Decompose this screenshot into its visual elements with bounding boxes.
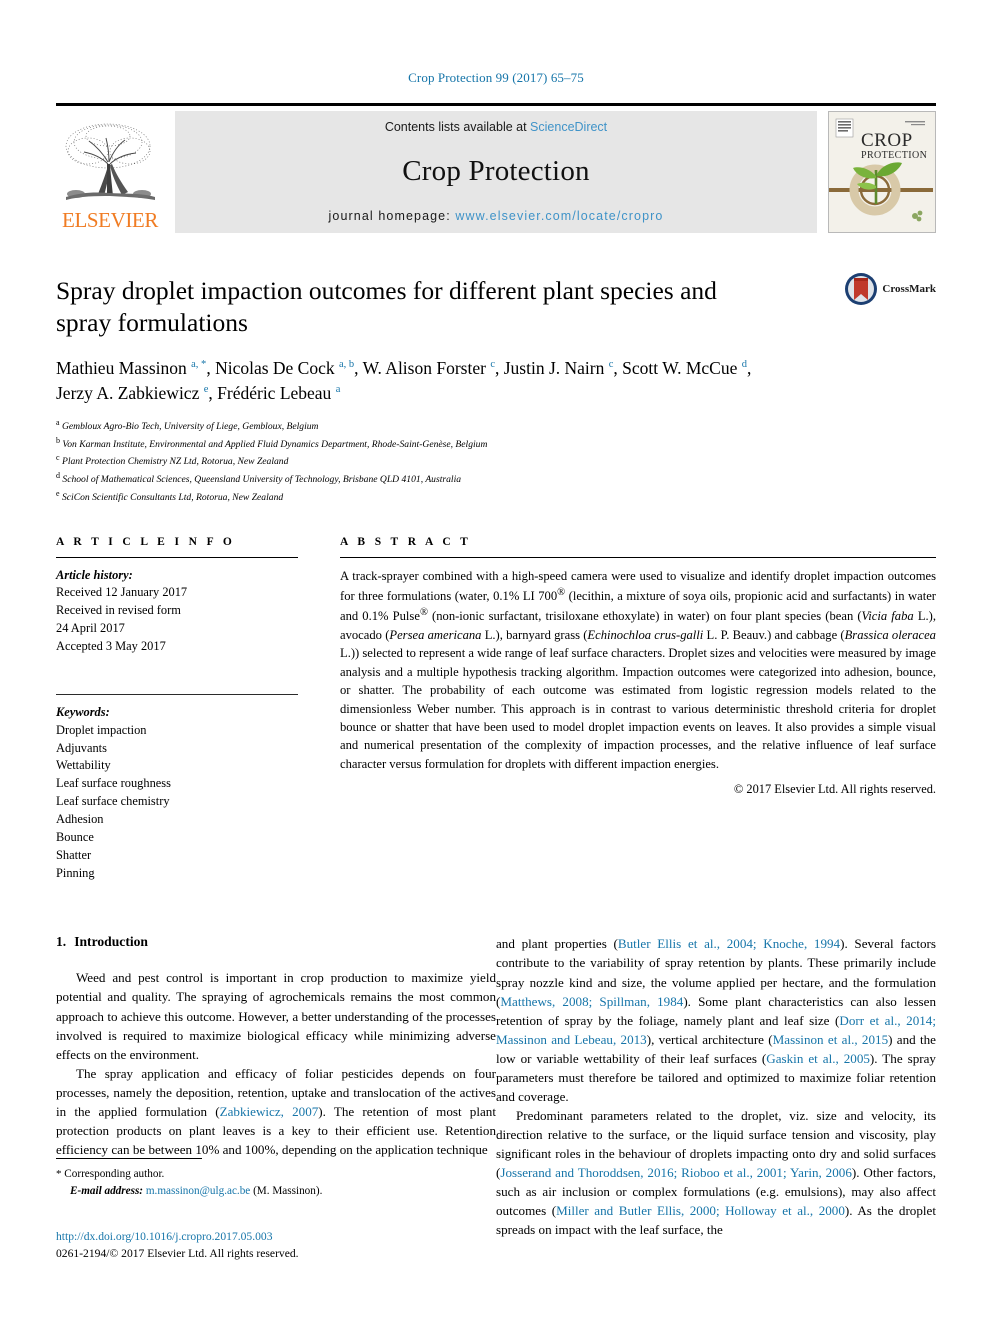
column-gap [298,536,340,883]
history-line: Received 12 January 2017 [56,585,188,600]
paragraph: Weed and pest control is important in cr… [56,970,496,1062]
divider [56,693,298,695]
affiliation-mark: a [56,417,60,427]
keyword-item: Wettability [56,758,111,773]
elsevier-wordmark: ELSEVIER [62,208,158,232]
title-block: CrossMark Spray droplet impaction outcom… [56,272,936,506]
abstract-text: A track-sprayer combined with a high-spe… [340,568,936,771]
affiliation-text: Gembloux Agro-Bio Tech, University of Li… [61,421,319,433]
svg-text:PROTECTION: PROTECTION [861,150,927,161]
journal-homepage-line: journal homepage: www.elsevier.com/locat… [329,209,664,223]
author-list: Mathieu Massinon a, *, Nicolas De Cock a… [56,358,752,404]
body-column-right: and plant properties (Butler Ellis et al… [496,934,936,1239]
divider [340,556,936,558]
section-number: 1. [56,934,67,950]
keywords-block: Keywords: Droplet impaction Adjuvants We… [56,693,298,883]
paragraph: The spray application and efficacy of fo… [56,1065,496,1157]
running-head: Crop Protection 99 (2017) 65–75 [408,70,584,85]
journal-article-first-page: Crop Protection 99 (2017) 65–75 ELSEVIER… [0,0,992,1323]
footnote-block: * Corresponding author. E-mail address: … [56,1158,496,1200]
affiliation-text: School of Mathematical Sciences, Queensl… [62,474,462,486]
section-title: Introduction [74,934,148,950]
email-owner: (M. Massinon). [253,1184,323,1197]
history-line: 24 April 2017 [56,621,125,636]
affiliation-item: d School of Mathematical Sciences, Queen… [56,470,936,488]
history-line: Accepted 3 May 2017 [56,638,166,653]
keyword-item: Pinning [56,865,95,880]
masthead-center-panel: Contents lists available at ScienceDirec… [175,111,817,233]
keywords-label: Keywords: [56,704,110,719]
journal-cover-thumbnail: CROP PROTECTION [828,111,936,233]
page-title: Spray droplet impaction outcomes for dif… [56,276,717,338]
crossmark-badge[interactable]: CrossMark [844,272,936,306]
svg-text:CROP: CROP [861,130,913,151]
divider [56,556,298,558]
article-info-heading: A R T I C L E I N F O [56,535,236,548]
affiliation-item: b Von Karman Institute, Environmental an… [56,435,936,453]
affiliation-mark: d [56,471,60,481]
keyword-item: Leaf surface roughness [56,776,171,791]
abstract-heading: A B S T R A C T [340,535,472,548]
elsevier-tree-icon [58,118,162,210]
keyword-item: Shatter [56,847,92,862]
corresponding-author-text: Corresponding author. [64,1168,165,1180]
affiliation-mark: c [56,453,60,463]
article-info-column: A R T I C L E I N F O Article history: R… [56,536,298,883]
email-link[interactable]: m.massinon@ulg.ac.be [146,1185,250,1197]
keyword-item: Adjuvants [56,740,107,755]
paragraph: and plant properties (Butler Ellis et al… [496,936,936,1104]
footnote-rule [56,1158,202,1159]
history-line: Received in revised form [56,603,181,618]
paragraph: Predominant parameters related to the dr… [496,1107,936,1238]
affiliation-item: a Gembloux Agro-Bio Tech, University of … [56,417,936,435]
sciencedirect-link[interactable]: ScienceDirect [530,120,607,134]
doi-link[interactable]: http://dx.doi.org/10.1016/j.cropro.2017.… [56,1228,299,1245]
issn-copyright-line: 0261-2194/© 2017 Elsevier Ltd. All right… [56,1247,299,1261]
section-heading-introduction: 1. Introduction [56,934,496,950]
journal-title: Crop Protection [402,155,590,187]
affiliation-mark: e [56,488,60,498]
corresponding-author-note: * Corresponding author. E-mail address: … [56,1166,496,1200]
doi-block: http://dx.doi.org/10.1016/j.cropro.2017.… [56,1228,299,1263]
info-abstract-section: A R T I C L E I N F O Article history: R… [56,536,936,883]
homepage-prefix: journal homepage: [328,209,456,223]
affiliation-list: a Gembloux Agro-Bio Tech, University of … [56,417,936,506]
journal-homepage-link[interactable]: www.elsevier.com/locate/cropro [455,209,663,223]
article-history-label: Article history: [56,567,133,582]
affiliation-text: Plant Protection Chemistry NZ Ltd, Rotor… [61,456,289,468]
contents-available-line: Contents lists available at ScienceDirec… [385,120,607,134]
keyword-item: Adhesion [56,811,104,826]
elsevier-logo: ELSEVIER [56,111,164,233]
affiliation-text: Von Karman Institute, Environmental and … [62,438,488,450]
keyword-item: Bounce [56,829,94,844]
crossmark-icon [845,273,878,305]
affiliation-item: e SciCon Scientific Consultants Ltd, Rot… [56,488,936,506]
abstract-copyright: © 2017 Elsevier Ltd. All rights reserved… [733,782,936,797]
affiliation-mark: b [56,435,60,445]
crossmark-label: CrossMark [882,283,936,295]
journal-masthead: ELSEVIER Contents lists available at Sci… [56,103,936,233]
affiliation-text: SciCon Scientific Consultants Ltd, Rotor… [61,492,284,503]
keyword-item: Leaf surface chemistry [56,794,170,809]
affiliation-item: c Plant Protection Chemistry NZ Ltd, Rot… [56,452,936,470]
keyword-item: Droplet impaction [56,722,147,737]
email-label: E-mail address: [70,1184,144,1197]
asterisk-icon: * [56,1168,62,1180]
contents-prefix: Contents lists available at [384,120,531,134]
abstract-column: A B S T R A C T A track-sprayer combined… [340,536,936,883]
article-history: Article history: Received 12 January 201… [56,567,298,656]
